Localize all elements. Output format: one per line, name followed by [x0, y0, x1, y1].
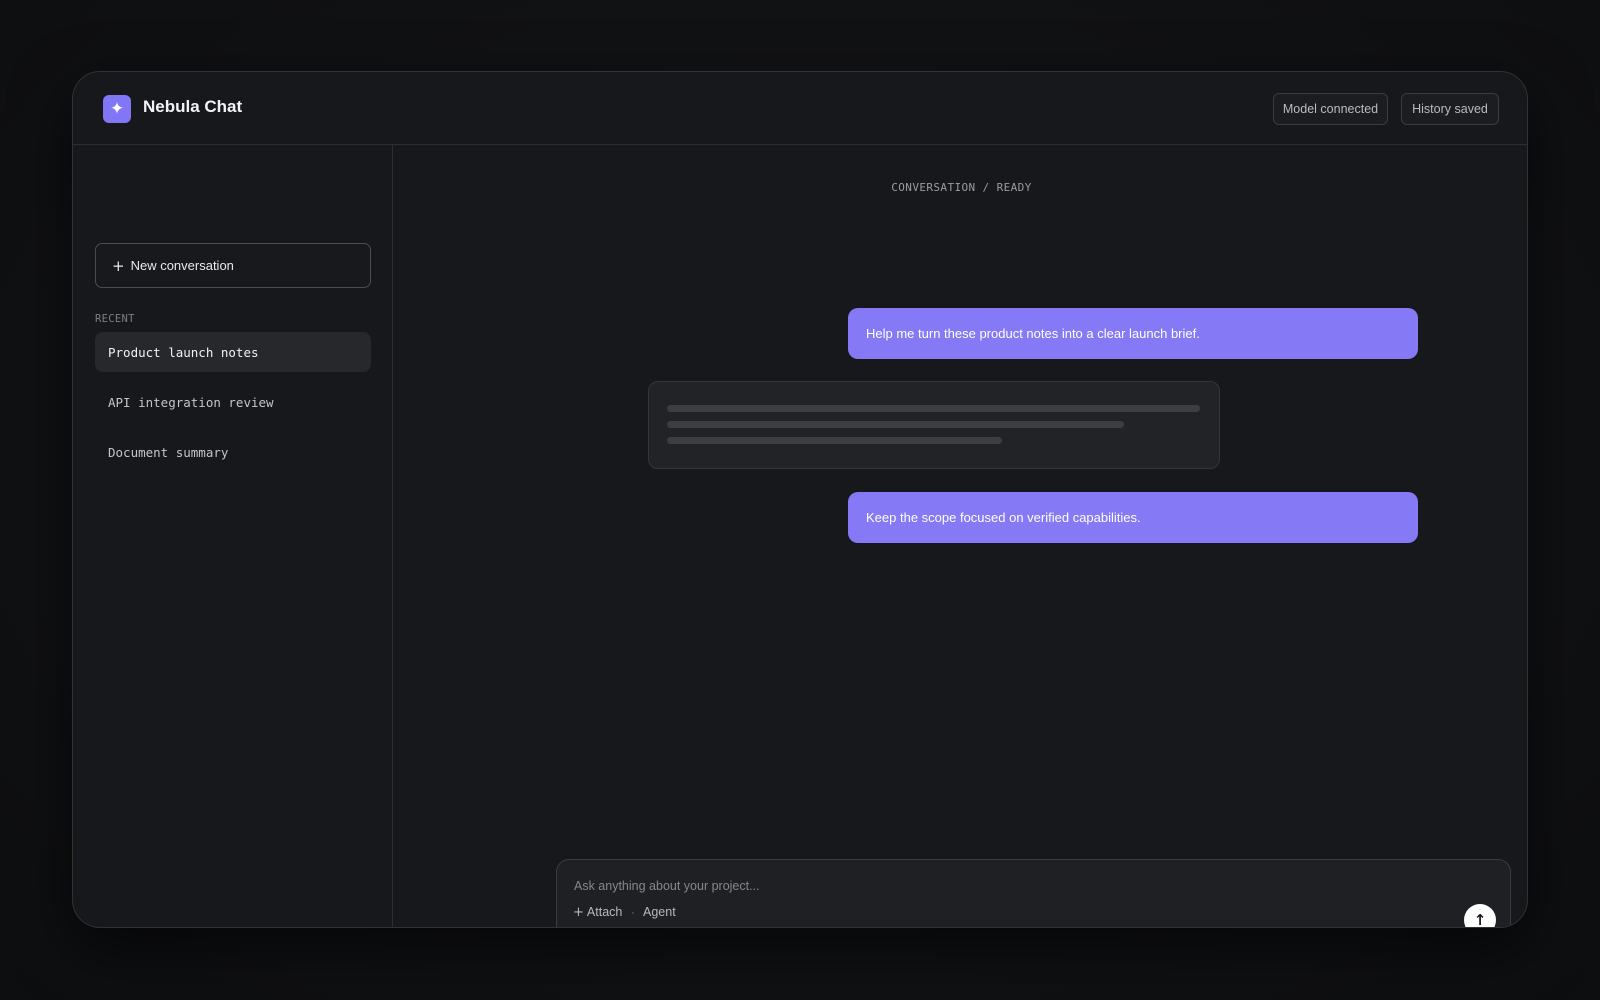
conversation-item-label: Product launch notes [108, 344, 259, 360]
conversation-item-label: Document summary [108, 444, 229, 460]
send-button[interactable]: ↑ [1464, 904, 1496, 928]
message-composer: +Attach · Agent ↑ [556, 859, 1511, 928]
new-conversation-label: New conversation [130, 258, 234, 273]
new-conversation-button[interactable]: + New conversation [95, 243, 371, 288]
conversation-item-api-integration-review[interactable]: API integration review [95, 382, 371, 422]
sidebar: + New conversation RECENT Product launch… [73, 145, 393, 927]
sparkle-icon: ✦ [103, 95, 131, 123]
history-status-badge: History saved [1401, 93, 1499, 125]
tool-separator: · [631, 905, 635, 919]
message-input[interactable] [574, 876, 1434, 896]
recent-section-label: RECENT [95, 313, 135, 325]
attach-label: Attach [586, 905, 623, 919]
message-text: Keep the scope focused on verified capab… [866, 510, 1141, 525]
message-text: Help me turn these product notes into a … [866, 326, 1200, 341]
conversation-item-product-launch-notes[interactable]: Product launch notes [95, 332, 371, 372]
plus-icon: + [573, 905, 584, 920]
assistant-message-loading [648, 381, 1220, 469]
user-message: Help me turn these product notes into a … [848, 308, 1418, 359]
agent-button[interactable]: Agent [643, 905, 676, 919]
arrow-up-icon: ↑ [1473, 911, 1487, 928]
skeleton-line [667, 437, 1002, 444]
conversation-item-label: API integration review [108, 394, 274, 410]
plus-icon: + [112, 256, 125, 275]
conversation-item-document-summary[interactable]: Document summary [95, 432, 371, 472]
app-title: Nebula Chat [143, 97, 243, 116]
skeleton-line [667, 421, 1124, 428]
model-status-badge: Model connected [1273, 93, 1388, 125]
chat-panel: CONVERSATION / READY Help me turn these … [394, 145, 1527, 928]
user-message: Keep the scope focused on verified capab… [848, 492, 1418, 543]
backdrop: ✦ Nebula Chat Model connected History sa… [0, 0, 1600, 1000]
app-header: ✦ Nebula Chat Model connected History sa… [73, 72, 1527, 145]
attach-button[interactable]: + Attach [573, 905, 622, 920]
conversation-status: CONVERSATION / READY [891, 181, 1032, 194]
app-window: ✦ Nebula Chat Model connected History sa… [72, 71, 1528, 928]
skeleton-line [667, 405, 1200, 412]
